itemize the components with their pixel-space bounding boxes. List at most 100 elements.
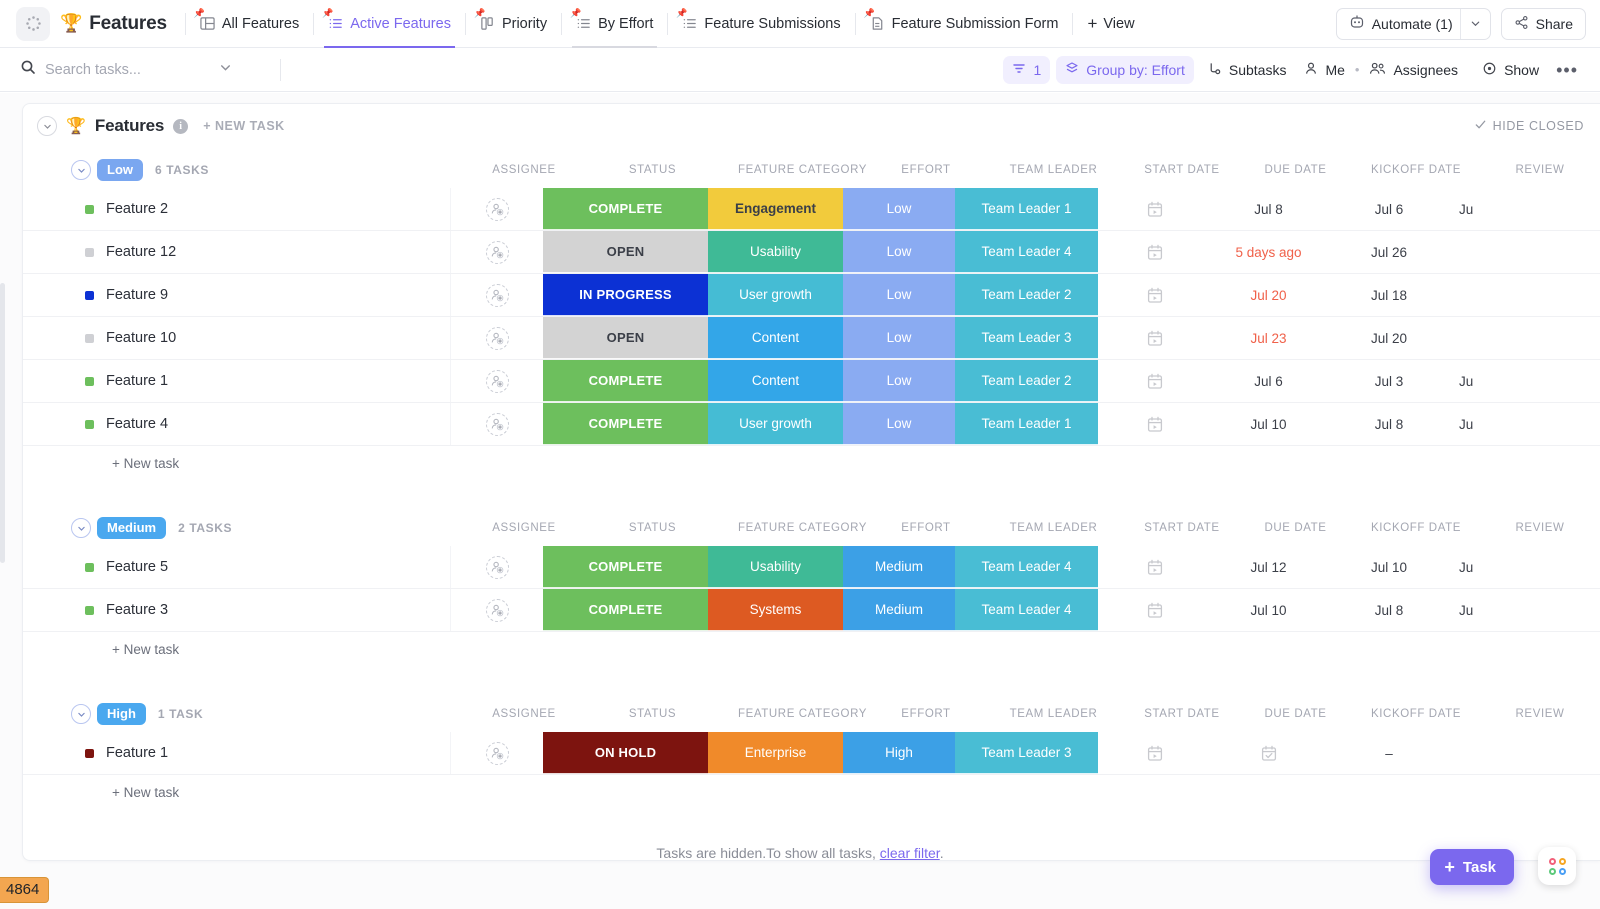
column-header[interactable]: KICKOFF DATE [1352,164,1480,176]
column-header[interactable]: DUE DATE [1239,164,1352,176]
cell-effort[interactable]: Low [843,403,955,445]
cell-start-date[interactable] [1098,403,1212,445]
search-options-chevron[interactable] [219,61,232,79]
add-assignee-icon[interactable] [485,598,509,622]
column-header[interactable]: EFFORT [870,708,982,720]
column-header[interactable]: REVIEW [1480,522,1600,534]
cell-due-date[interactable]: Jul 20 [1212,274,1325,316]
column-header[interactable]: TEAM LEADER [982,522,1125,534]
cell-effort[interactable]: Low [843,317,955,359]
group-pill[interactable]: Low [97,158,143,182]
cell-start-date[interactable] [1098,546,1212,588]
collapse-group-toggle[interactable] [71,160,91,180]
column-header[interactable]: ASSIGNEE [478,708,570,720]
cell-kickoff-date[interactable]: Jul 20 [1325,317,1453,359]
cell-kickoff-date[interactable]: Jul 18 [1325,274,1453,316]
column-header[interactable]: DUE DATE [1239,522,1352,534]
table-row[interactable]: Feature 10 OPEN Content Low Team Leader … [23,317,1600,360]
app-launcher-button[interactable] [16,6,50,41]
cell-kickoff-date[interactable]: Jul 6 [1325,188,1453,230]
table-row[interactable]: Feature 5 COMPLETE Usability Medium Team… [23,546,1600,589]
tab-active-features[interactable]: 📌 Active Features [316,0,463,48]
cell-status[interactable]: OPEN [543,231,708,273]
hide-closed-toggle[interactable]: HIDE CLOSED [1474,118,1584,134]
cell-team-leader[interactable]: Team Leader 1 [955,403,1098,445]
subtasks-button[interactable]: Subtasks [1198,56,1296,84]
tab-by-effort[interactable]: 📌 By Effort [564,0,665,48]
add-assignee-icon[interactable] [485,240,509,264]
column-header[interactable]: REVIEW [1480,164,1600,176]
cell-assignee[interactable] [451,546,543,588]
cell-team-leader[interactable]: Team Leader 3 [955,317,1098,359]
cell-status[interactable]: OPEN [543,317,708,359]
cell-task-name[interactable]: Feature 12 [23,231,451,273]
cell-kickoff-date[interactable]: – [1325,732,1453,774]
cell-start-date[interactable] [1098,360,1212,402]
column-header[interactable]: ASSIGNEE [478,164,570,176]
share-button[interactable]: Share [1500,7,1586,40]
cell-due-date[interactable]: Jul 8 [1212,188,1325,230]
cell-review-date[interactable]: Ju [1453,188,1573,230]
cell-start-date[interactable] [1098,589,1212,631]
cell-status[interactable]: COMPLETE [543,188,708,230]
add-view-button[interactable]: + View [1075,15,1146,32]
cell-start-date[interactable] [1098,274,1212,316]
vertical-scrollbar[interactable] [0,283,5,563]
new-task-row-button[interactable]: + New task [23,775,1600,809]
cell-task-name[interactable]: Feature 10 [23,317,451,359]
create-task-fab[interactable]: + Task [1430,849,1514,885]
group-pill[interactable]: High [97,702,146,726]
table-row[interactable]: Feature 3 COMPLETE Systems Medium Team L… [23,589,1600,632]
add-assignee-icon[interactable] [485,412,509,436]
column-header[interactable]: TEAM LEADER [982,708,1125,720]
column-header[interactable]: FEATURE CATEGORY [735,164,870,176]
new-task-row-button[interactable]: + New task [23,446,1600,480]
apps-fab[interactable] [1538,847,1576,885]
cell-team-leader[interactable]: Team Leader 2 [955,360,1098,402]
group-pill[interactable]: Medium [97,516,167,540]
cell-status[interactable]: COMPLETE [543,546,708,588]
cell-status[interactable]: IN PROGRESS [543,274,708,316]
cell-team-leader[interactable]: Team Leader 1 [955,188,1098,230]
add-assignee-icon[interactable] [485,197,509,221]
tab-feature-submissions[interactable]: 📌 Feature Submissions [670,0,852,48]
cell-assignee[interactable] [451,274,543,316]
search-box[interactable] [20,55,270,85]
cell-feature-category[interactable]: Usability [708,546,843,588]
cell-effort[interactable]: Low [843,188,955,230]
tab-priority[interactable]: 📌 Priority [468,0,559,48]
add-assignee-icon[interactable] [485,555,509,579]
cell-team-leader[interactable]: Team Leader 3 [955,732,1098,774]
automate-button[interactable]: Automate (1) [1335,7,1491,40]
cell-task-name[interactable]: Feature 1 [23,732,451,774]
cell-task-name[interactable]: Feature 1 [23,360,451,402]
table-row[interactable]: Feature 12 OPEN Usability Low Team Leade… [23,231,1600,274]
cell-feature-category[interactable]: User growth [708,274,843,316]
column-header[interactable]: TEAM LEADER [982,164,1125,176]
cell-assignee[interactable] [451,589,543,631]
cell-kickoff-date[interactable]: Jul 8 [1325,589,1453,631]
cell-feature-category[interactable]: User growth [708,403,843,445]
collapse-group-toggle[interactable] [71,704,91,724]
column-header[interactable]: EFFORT [870,522,982,534]
column-header[interactable]: STATUS [570,164,735,176]
cell-team-leader[interactable]: Team Leader 4 [955,546,1098,588]
cell-start-date[interactable] [1098,188,1212,230]
cell-effort[interactable]: High [843,732,955,774]
column-header[interactable]: FEATURE CATEGORY [735,708,870,720]
cell-feature-category[interactable]: Engagement [708,188,843,230]
column-header[interactable]: START DATE [1125,708,1239,720]
cell-feature-category[interactable]: Usability [708,231,843,273]
search-input[interactable] [45,61,210,78]
cell-status[interactable]: COMPLETE [543,589,708,631]
collapse-list-toggle[interactable] [37,116,57,136]
cell-review-date[interactable]: Ju [1453,403,1573,445]
cell-kickoff-date[interactable]: Jul 3 [1325,360,1453,402]
cell-kickoff-date[interactable]: Jul 10 [1325,546,1453,588]
column-header[interactable]: DUE DATE [1239,708,1352,720]
add-assignee-icon[interactable] [485,326,509,350]
column-header[interactable]: REVIEW [1480,708,1600,720]
add-assignee-icon[interactable] [485,283,509,307]
cell-assignee[interactable] [451,403,543,445]
cell-review-date[interactable]: Ju [1453,546,1573,588]
